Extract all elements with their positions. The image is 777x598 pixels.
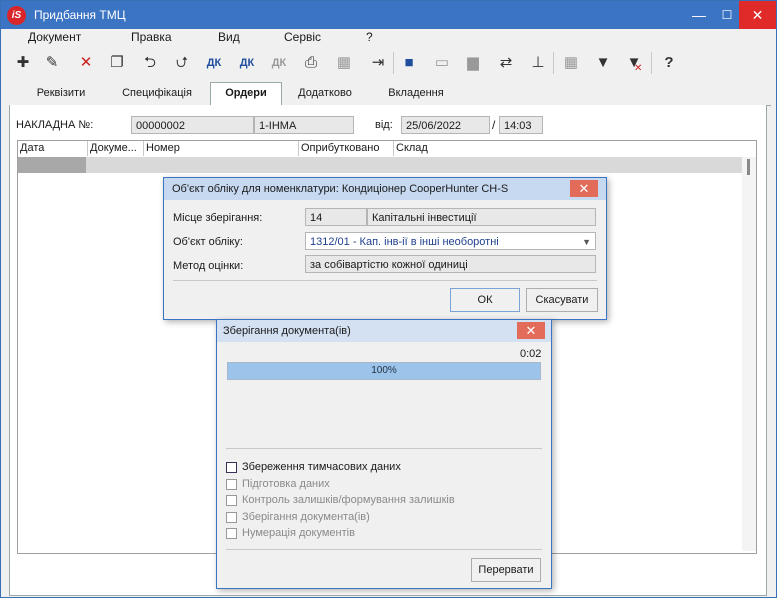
menu-service[interactable]: Сервіс bbox=[284, 30, 321, 44]
tab-requisites[interactable]: Реквізити bbox=[17, 83, 105, 104]
toolbar-separator bbox=[651, 52, 652, 74]
divider bbox=[226, 549, 542, 550]
toolbar-separator bbox=[553, 52, 554, 74]
storage-code-field[interactable]: 14 bbox=[305, 208, 367, 226]
excel-icon[interactable]: ▦ bbox=[331, 50, 357, 76]
filter-icon[interactable]: ▼ bbox=[590, 50, 616, 76]
title-bar: iS Придбання ТМЦ — ☐ ✕ bbox=[1, 1, 776, 29]
invoice-code-field[interactable]: 1-ІНМА bbox=[254, 116, 354, 134]
tab-specification[interactable]: Специфікація bbox=[107, 83, 207, 104]
step-checkbox bbox=[226, 528, 237, 539]
toolbar: ✚ ✎ ✕ ❐ ⮌ ⮍ ДК ДК ДК ⎙ ▦ ⇥ ■ ▭ ▆ ⇄ ⊥ ▦ ▼… bbox=[1, 47, 776, 79]
step-item: Контроль залишків/формування залишків bbox=[226, 494, 542, 508]
menu-edit[interactable]: Правка bbox=[131, 30, 172, 44]
elapsed-time: 0:02 bbox=[520, 348, 542, 360]
vertical-scrollbar[interactable] bbox=[742, 157, 756, 551]
dk-gray-icon[interactable]: ДК bbox=[266, 50, 292, 76]
toolbar-separator bbox=[393, 52, 394, 74]
column-header-date[interactable]: Дата bbox=[18, 141, 88, 156]
table-row[interactable] bbox=[18, 157, 742, 173]
import-icon[interactable]: ⮌ bbox=[137, 50, 163, 76]
divider bbox=[173, 280, 597, 281]
step-label: Контроль залишків/формування залишків bbox=[242, 494, 455, 506]
tab-strip: Реквізити Специфікація Ордери Додатково … bbox=[9, 82, 771, 106]
minimize-button[interactable]: — bbox=[685, 1, 713, 29]
invoice-label: НАКЛАДНА №: bbox=[16, 119, 94, 131]
transfer-icon[interactable]: ⇄ bbox=[493, 50, 519, 76]
dialog-title: Об'єкт обліку для номенклатури: Кондиціо… bbox=[164, 178, 606, 200]
object-label: Об'єкт обліку: bbox=[173, 236, 243, 248]
saving-dialog: Зберігання документа(ів) ✕ 0:02 100% Збе… bbox=[216, 319, 552, 589]
menu-bar: Документ Правка Вид Сервіс ? bbox=[1, 29, 776, 47]
date-time-separator: / bbox=[492, 118, 496, 132]
table-icon[interactable]: ▦ bbox=[558, 50, 584, 76]
method-field[interactable]: за собівартістю кожної одиниці bbox=[305, 255, 596, 273]
column-header-document[interactable]: Докуме... bbox=[88, 141, 144, 156]
edit-icon[interactable]: ✎ bbox=[39, 50, 65, 76]
help-icon[interactable]: ? bbox=[656, 50, 682, 76]
window-title: Придбання ТМЦ bbox=[34, 8, 126, 22]
close-window-button[interactable]: ✕ bbox=[739, 1, 776, 29]
tab-additional[interactable]: Додатково bbox=[284, 83, 366, 104]
copy-icon[interactable]: ❐ bbox=[104, 50, 130, 76]
tab-orders[interactable]: Ордери bbox=[210, 82, 282, 106]
dialog-close-button[interactable]: ✕ bbox=[570, 180, 598, 197]
step-item: Зберігання документа(ів) bbox=[226, 511, 542, 525]
delete-icon[interactable]: ✕ bbox=[73, 50, 99, 76]
steps-list: Збереження тимчасових даних Підготовка да… bbox=[226, 461, 542, 546]
time-field[interactable]: 14:03 bbox=[499, 116, 543, 134]
export-icon[interactable]: ⮍ bbox=[169, 50, 195, 76]
dialog-close-button[interactable]: ✕ bbox=[517, 322, 545, 339]
divider bbox=[226, 448, 542, 449]
storage-label: Місце зберігання: bbox=[173, 212, 263, 224]
menu-document[interactable]: Документ bbox=[28, 30, 81, 44]
tree-icon[interactable]: ⊥ bbox=[525, 50, 551, 76]
maximize-button[interactable]: ☐ bbox=[713, 1, 741, 29]
column-header-posted[interactable]: Оприбутковано bbox=[299, 141, 394, 156]
step-checkbox bbox=[226, 511, 237, 523]
step-label: Нумерація документів bbox=[242, 527, 355, 539]
clear-filter-icon[interactable]: ▼ ✕ bbox=[621, 50, 647, 76]
column-header-number[interactable]: Номер bbox=[144, 141, 299, 156]
row-selector bbox=[18, 157, 86, 173]
step-checkbox bbox=[226, 462, 237, 473]
cancel-button[interactable]: Скасувати bbox=[526, 288, 598, 312]
dk-icon[interactable]: ДК bbox=[201, 50, 227, 76]
object-select[interactable]: 1312/01 - Кап. інв-ії в інші необоротні … bbox=[305, 232, 596, 250]
method-label: Метод оцінки: bbox=[173, 260, 244, 272]
storage-name-field[interactable]: Капітальні інвестиції bbox=[367, 208, 596, 226]
date-field[interactable]: 25/06/2022 bbox=[401, 116, 490, 134]
folder-icon[interactable]: ▆ bbox=[460, 50, 486, 76]
step-checkbox bbox=[226, 478, 237, 490]
step-item: Підготовка даних bbox=[226, 478, 542, 492]
tab-attachments[interactable]: Вкладення bbox=[373, 83, 459, 104]
invoice-number-field[interactable]: 00000002 bbox=[131, 116, 254, 134]
step-label: Підготовка даних bbox=[242, 477, 330, 490]
dialog-title: Зберігання документа(ів) bbox=[217, 320, 551, 342]
menu-view[interactable]: Вид bbox=[218, 30, 240, 44]
scrollbar-thumb[interactable] bbox=[747, 159, 750, 175]
progress-bar: 100% bbox=[227, 362, 541, 380]
app-logo: iS bbox=[7, 6, 26, 25]
book-icon[interactable]: ▭ bbox=[429, 50, 455, 76]
chevron-down-icon: ▼ bbox=[582, 237, 591, 247]
menu-help[interactable]: ? bbox=[366, 30, 373, 44]
object-select-value: 1312/01 - Кап. інв-ії в інші необоротні bbox=[310, 236, 499, 248]
print-icon[interactable]: ⎙ bbox=[298, 50, 324, 76]
dk-red-icon[interactable]: ДК bbox=[234, 50, 260, 76]
step-label: Збереження тимчасових даних bbox=[242, 461, 401, 473]
accounting-object-dialog: Об'єкт обліку для номенклатури: Кондиціо… bbox=[163, 177, 607, 320]
column-header-warehouse[interactable]: Склад bbox=[394, 141, 742, 156]
save-icon[interactable]: ■ bbox=[396, 50, 422, 76]
ok-button[interactable]: ОК bbox=[450, 288, 520, 312]
step-item: Збереження тимчасових даних bbox=[226, 461, 542, 475]
date-from-label: від: bbox=[375, 119, 393, 131]
progress-text: 100% bbox=[371, 365, 397, 376]
exit-icon[interactable]: ⇥ bbox=[365, 50, 391, 76]
step-item: Нумерація документів bbox=[226, 527, 542, 541]
step-label: Зберігання документа(ів) bbox=[242, 510, 370, 523]
step-checkbox bbox=[226, 495, 237, 506]
new-icon[interactable]: ✚ bbox=[10, 50, 36, 76]
abort-button[interactable]: Перервати bbox=[471, 558, 541, 582]
